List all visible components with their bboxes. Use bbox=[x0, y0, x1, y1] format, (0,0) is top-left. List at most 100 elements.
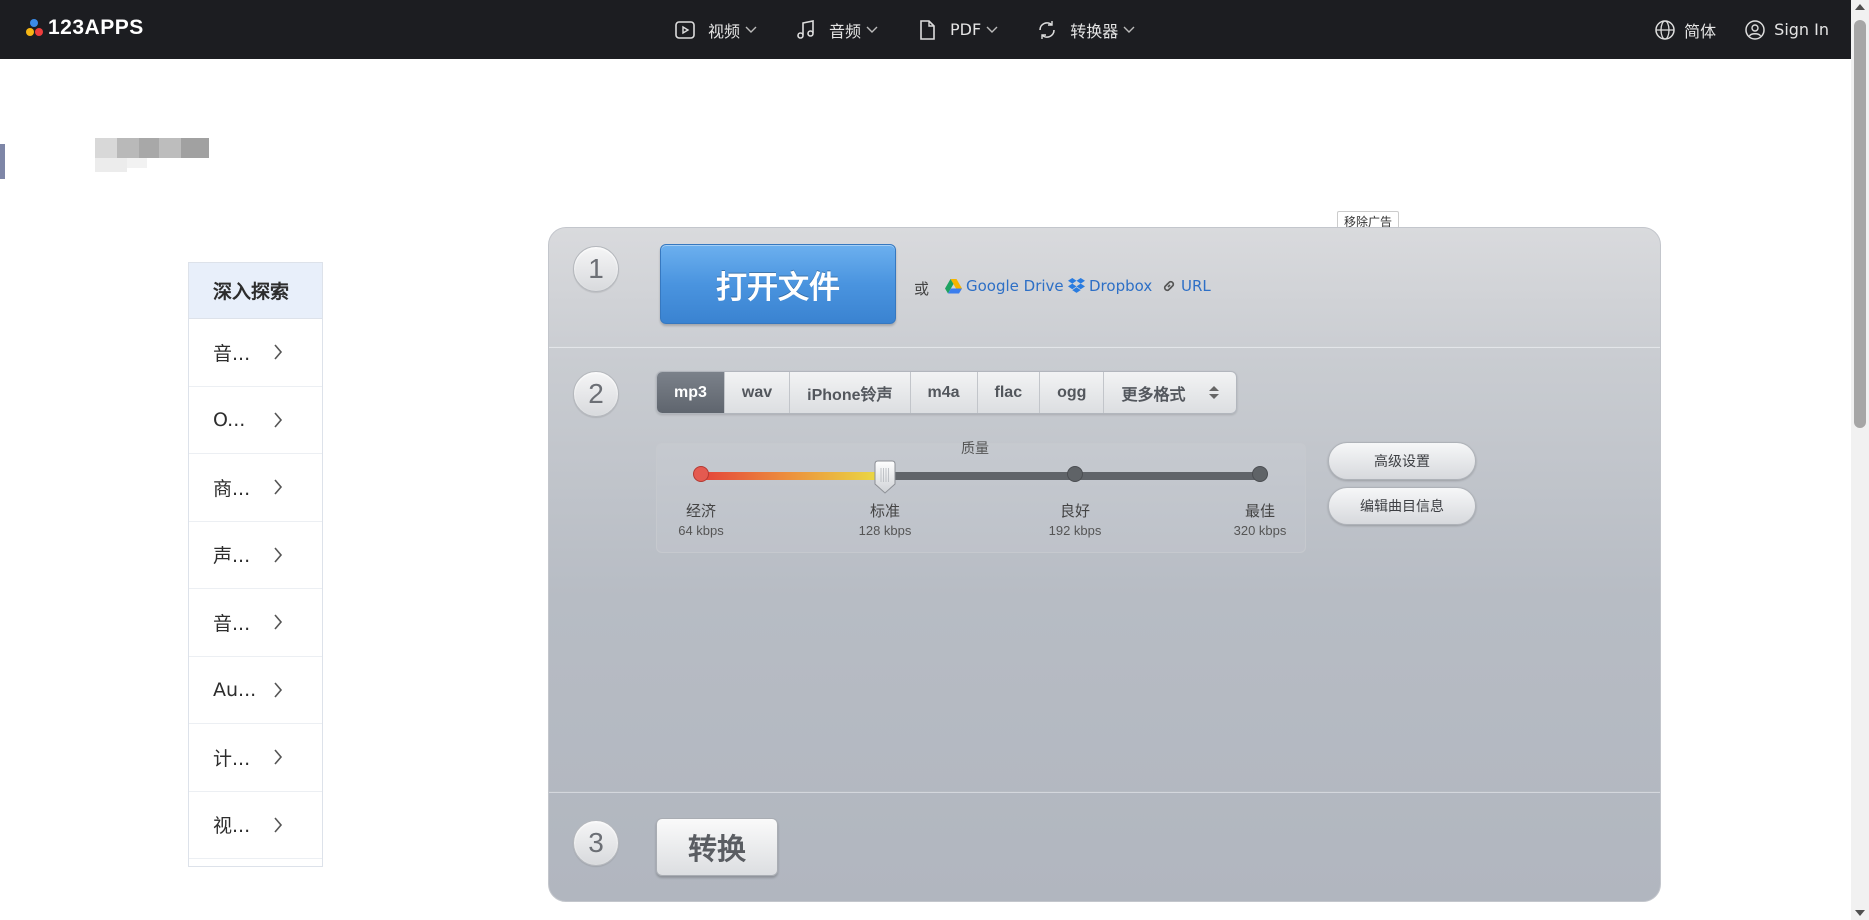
quality-slider-track[interactable] bbox=[701, 472, 1259, 480]
page-scrollbar[interactable] bbox=[1851, 0, 1869, 920]
nav-item-converter[interactable]: 转换器 bbox=[1034, 18, 1135, 42]
sidebar-item-label: 音... bbox=[213, 342, 251, 365]
sidebar-item-label: 视... bbox=[213, 815, 251, 838]
up-down-arrows-icon bbox=[1209, 386, 1220, 399]
quality-stop-economy[interactable] bbox=[693, 466, 709, 482]
nav-item-video[interactable]: 视频 bbox=[672, 18, 757, 42]
language-label: 简体 bbox=[1684, 21, 1717, 41]
sidebar-item-label: 声... bbox=[213, 545, 251, 568]
google-drive-label: Google Drive bbox=[966, 277, 1064, 295]
step-2-badge: 2 bbox=[573, 371, 619, 417]
brand-name: 123APPS bbox=[48, 16, 144, 39]
quality-label-best: 最佳 320 kbps bbox=[1210, 500, 1310, 538]
nav-item-label: PDF bbox=[950, 20, 982, 39]
language-selector[interactable]: 简体 bbox=[1654, 18, 1716, 42]
quality-stop-best[interactable] bbox=[1252, 466, 1268, 482]
converter-panel: 1 打开文件 或 Google Drive Dropbox URL 2 mp3 … bbox=[548, 227, 1661, 902]
scroll-up-arrow-icon[interactable] bbox=[1855, 4, 1865, 10]
quality-level-name: 最佳 bbox=[1244, 502, 1275, 520]
quality-level-name: 标准 bbox=[869, 502, 900, 520]
chevron-right-icon bbox=[274, 749, 283, 765]
step-1-badge: 1 bbox=[573, 246, 619, 292]
format-option-m4a[interactable]: m4a bbox=[911, 372, 978, 413]
sidebar-item[interactable]: O... bbox=[189, 387, 322, 454]
sidebar-item[interactable]: 视... bbox=[189, 792, 322, 859]
quality-level-name: 经济 bbox=[685, 502, 716, 520]
step-divider bbox=[549, 791, 1660, 793]
sign-in-label: Sign In bbox=[1774, 20, 1829, 39]
main-nav: 视频 音频 PDF 转换器 bbox=[672, 0, 1171, 59]
quality-level-name: 良好 bbox=[1059, 502, 1090, 520]
format-option-mp3[interactable]: mp3 bbox=[657, 372, 725, 413]
chevron-right-icon bbox=[274, 817, 283, 833]
top-navigation-bar: 123APPS 视频 音频 PDF 转换器 简体 Sign In bbox=[0, 0, 1851, 59]
scrollbar-thumb[interactable] bbox=[1854, 20, 1866, 428]
dropbox-link[interactable]: Dropbox bbox=[1068, 277, 1152, 295]
or-label: 或 bbox=[914, 280, 930, 298]
quality-selector: 质量 经济 64 kbps 标准 128 kbps 良好 192 kbps 最佳… bbox=[656, 441, 1306, 553]
quality-level-bitrate: 192 kbps bbox=[1048, 523, 1102, 538]
open-file-button[interactable]: 打开文件 bbox=[660, 244, 896, 324]
sidebar-item-label: O... bbox=[213, 408, 246, 431]
chevron-right-icon bbox=[274, 614, 283, 630]
sidebar-item[interactable]: Au... bbox=[189, 657, 322, 724]
chevron-right-icon bbox=[274, 479, 283, 495]
dropbox-icon bbox=[1068, 278, 1085, 293]
format-option-ogg[interactable]: ogg bbox=[1040, 372, 1105, 413]
sign-in-button[interactable]: Sign In bbox=[1744, 19, 1829, 41]
format-selector: mp3 wav iPhone铃声 m4a flac ogg 更多格式 bbox=[656, 371, 1238, 414]
url-label: URL bbox=[1181, 277, 1211, 295]
format-option-wav[interactable]: wav bbox=[725, 372, 791, 413]
google-drive-icon bbox=[945, 278, 962, 293]
sidebar-item[interactable]: 音... bbox=[189, 589, 322, 657]
nav-item-audio[interactable]: 音频 bbox=[793, 18, 878, 42]
convert-icon bbox=[1034, 18, 1060, 42]
sidebar-item[interactable]: 商... bbox=[189, 454, 322, 522]
account-nav: 简体 Sign In bbox=[1626, 0, 1829, 59]
chevron-right-icon bbox=[274, 412, 283, 428]
chevron-down-icon bbox=[866, 26, 878, 33]
left-edge-marker bbox=[0, 144, 5, 179]
quality-label-good: 良好 192 kbps bbox=[1025, 500, 1125, 538]
convert-button[interactable]: 转换 bbox=[656, 818, 778, 876]
video-icon bbox=[672, 18, 698, 42]
step-divider bbox=[549, 346, 1660, 348]
nav-item-label: 转换器 bbox=[1070, 21, 1119, 41]
step-3-badge: 3 bbox=[573, 820, 619, 866]
quality-label-economy: 经济 64 kbps bbox=[651, 500, 751, 538]
scroll-down-arrow-icon[interactable] bbox=[1855, 910, 1865, 916]
quality-slider-fill bbox=[701, 472, 886, 480]
document-icon bbox=[914, 18, 940, 42]
advanced-settings-button[interactable]: 高级设置 bbox=[1328, 442, 1476, 480]
google-drive-link[interactable]: Google Drive bbox=[945, 277, 1064, 295]
more-formats-dropdown[interactable]: 更多格式 bbox=[1104, 372, 1236, 413]
url-link[interactable]: URL bbox=[1161, 277, 1211, 295]
chevron-down-icon bbox=[745, 26, 757, 33]
sidebar-item-label: 计... bbox=[213, 747, 251, 770]
sidebar-item[interactable]: 声... bbox=[189, 522, 322, 589]
quality-level-bitrate: 320 kbps bbox=[1233, 523, 1287, 538]
sidebar-item[interactable]: 计... bbox=[189, 724, 322, 792]
nav-item-pdf[interactable]: PDF bbox=[914, 18, 998, 42]
edit-track-info-button[interactable]: 编辑曲目信息 bbox=[1328, 487, 1476, 525]
sidebar-item-label: 商... bbox=[213, 477, 251, 500]
format-option-flac[interactable]: flac bbox=[978, 372, 1041, 413]
chevron-right-icon bbox=[274, 547, 283, 563]
sidebar-heading: 深入探索 bbox=[189, 263, 322, 319]
quality-level-bitrate: 64 kbps bbox=[678, 523, 724, 538]
logo-dots-icon bbox=[26, 17, 46, 39]
chevron-right-icon bbox=[274, 682, 283, 698]
format-option-iphone-ringtone[interactable]: iPhone铃声 bbox=[790, 372, 911, 413]
more-formats-label: 更多格式 bbox=[1121, 386, 1186, 404]
quality-slider-thumb[interactable] bbox=[872, 460, 898, 494]
quality-label-standard: 标准 128 kbps bbox=[835, 500, 935, 538]
dropbox-label: Dropbox bbox=[1089, 277, 1153, 295]
sidebar-item[interactable]: 音... bbox=[189, 319, 322, 387]
quality-level-bitrate: 128 kbps bbox=[858, 523, 912, 538]
chevron-right-icon bbox=[274, 344, 283, 360]
explore-sidebar: 深入探索 音... O... 商... 声... 音... Au... 计...… bbox=[188, 262, 323, 867]
quality-title: 质量 bbox=[961, 441, 989, 457]
nav-item-label: 视频 bbox=[708, 21, 741, 41]
quality-stop-good[interactable] bbox=[1067, 466, 1083, 482]
brand-logo[interactable]: 123APPS bbox=[26, 16, 144, 40]
